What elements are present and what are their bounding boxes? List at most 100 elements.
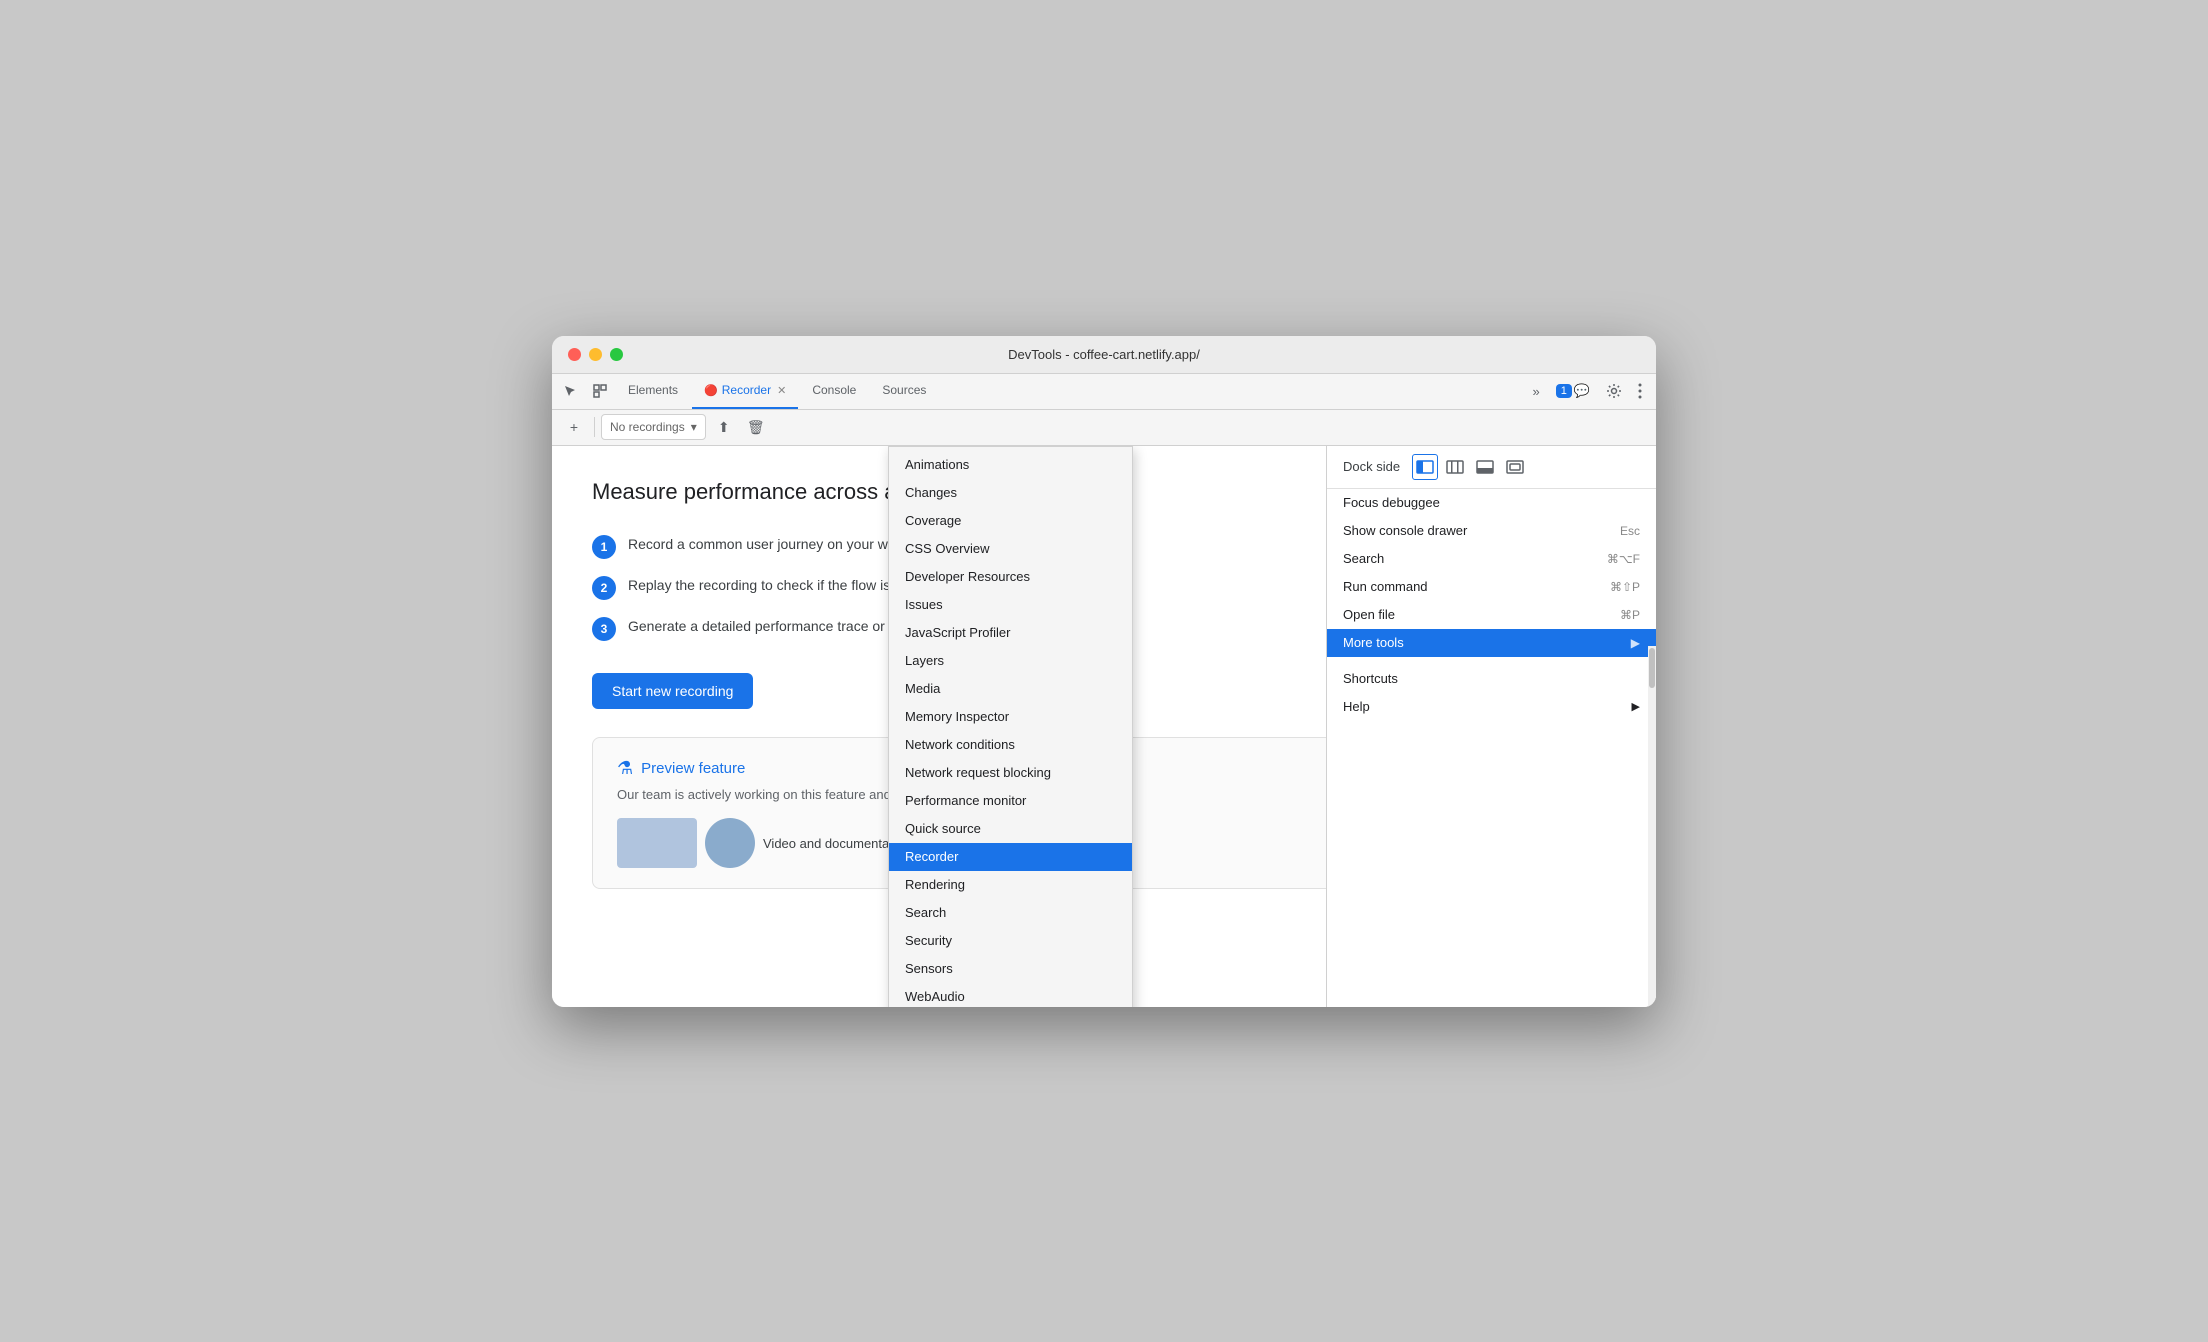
menu-item-webaudio[interactable]: WebAudio [889,983,1132,1007]
show-console-drawer-shortcut: Esc [1620,524,1640,538]
devtools-window: DevTools - coffee-cart.netlify.app/ [552,336,1656,1007]
minimize-button[interactable] [589,348,602,361]
menu-item-issues[interactable]: Issues [889,591,1132,619]
menu-javascript-profiler-label: JavaScript Profiler [905,625,1010,640]
show-console-drawer-label: Show console drawer [1343,523,1467,538]
recordings-dropdown[interactable]: No recordings ▾ [601,414,706,440]
tab-console[interactable]: Console [800,374,868,410]
toolbar-divider-1 [594,417,595,437]
no-recordings-label: No recordings [610,420,685,434]
preview-title: Preview feature [641,760,745,777]
menu-memory-inspector-label: Memory Inspector [905,709,1009,724]
traffic-lights [568,348,623,361]
thumbnail-image-1 [617,818,697,868]
delete-icon: 🗑 [747,419,765,436]
maximize-button[interactable] [610,348,623,361]
run-command-shortcut: ⌘⇧P [1610,580,1640,594]
right-menu-focus-debuggee[interactable]: Focus debuggee [1327,489,1656,517]
menu-item-memory-inspector[interactable]: Memory Inspector [889,703,1132,731]
menu-network-conditions-label: Network conditions [905,737,1015,752]
delete-recording-button[interactable]: 🗑 [742,413,770,441]
open-file-shortcut: ⌘P [1620,608,1640,622]
start-recording-button[interactable]: Start new recording [592,673,753,709]
export-recording-button[interactable]: ⬆ [710,413,738,441]
menu-item-quick-source[interactable]: Quick source [889,815,1132,843]
menu-item-media[interactable]: Media [889,675,1132,703]
tab-recorder[interactable]: 🔴 Recorder ✕ [692,374,798,410]
right-menu-open-file[interactable]: Open file ⌘P [1327,601,1656,629]
thumbnail-image-2 [705,818,755,868]
menu-search-label: Search [905,905,946,920]
close-button[interactable] [568,348,581,361]
more-options-button[interactable] [1632,377,1648,405]
menu-item-javascript-profiler[interactable]: JavaScript Profiler [889,619,1132,647]
menu-item-animations[interactable]: Animations [889,451,1132,479]
start-recording-label: Start new recording [612,683,733,699]
tab-elements[interactable]: Elements [616,374,690,410]
menu-item-rendering[interactable]: Rendering [889,871,1132,899]
menu-coverage-label: Coverage [905,513,961,528]
menu-webaudio-label: WebAudio [905,989,965,1004]
menu-item-developer-resources[interactable]: Developer Resources [889,563,1132,591]
menu-item-sensors[interactable]: Sensors [889,955,1132,983]
tab-bar-right: » 1 💬 [1526,374,1652,409]
inspect-icon[interactable] [586,377,614,405]
dock-side-row: Dock side [1327,446,1656,489]
right-menu-shortcuts[interactable]: Shortcuts [1327,665,1656,693]
right-menu-more-tools[interactable]: More tools ▶ [1327,629,1656,657]
add-recording-button[interactable]: + [560,413,588,441]
step-2-number: 2 [592,576,616,600]
menu-item-network-request-blocking[interactable]: Network request blocking [889,759,1132,787]
menu-item-security[interactable]: Security [889,927,1132,955]
more-tools-arrow: ▶ [1631,636,1640,650]
dock-icons [1412,454,1528,480]
more-tools-label: More tools [1343,635,1404,650]
undock-button[interactable] [1502,454,1528,480]
dock-bottom-button[interactable] [1472,454,1498,480]
shortcuts-label: Shortcuts [1343,671,1398,686]
tab-recorder-label: Recorder [722,383,771,397]
right-panel: Dock side [1326,446,1656,1007]
issues-badge-button[interactable]: 1 💬 [1550,377,1596,405]
menu-item-recorder[interactable]: Recorder [889,843,1132,871]
overflow-tabs-button[interactable]: » [1526,377,1545,405]
menu-item-coverage[interactable]: Coverage [889,507,1132,535]
right-menu-show-console-drawer[interactable]: Show console drawer Esc [1327,517,1656,545]
title-bar: DevTools - coffee-cart.netlify.app/ [552,336,1656,374]
tab-recorder-close[interactable]: ✕ [777,384,786,397]
menu-item-network-conditions[interactable]: Network conditions [889,731,1132,759]
more-tools-menu: Animations Changes Coverage CSS Overview… [888,446,1133,1007]
search-shortcut: ⌘⌥F [1607,552,1640,566]
tab-bar: Elements 🔴 Recorder ✕ Console Sources » [552,374,1656,410]
menu-issues-label: Issues [905,597,943,612]
help-label: Help [1343,699,1370,714]
menu-item-search[interactable]: Search [889,899,1132,927]
right-menu: Focus debuggee Show console drawer Esc S… [1327,489,1656,721]
tab-console-label: Console [812,383,856,397]
menu-item-layers[interactable]: Layers [889,647,1132,675]
issues-badge: 1 [1556,384,1572,398]
menu-item-css-overview[interactable]: CSS Overview [889,535,1132,563]
open-file-label: Open file [1343,607,1395,622]
scrollbar-track[interactable] [1648,646,1656,1007]
main-content: Measure performance across an entire use… [552,446,1656,1007]
dropdown-arrow-icon: ▾ [691,420,697,434]
dock-left-button[interactable] [1412,454,1438,480]
right-menu-help[interactable]: Help ▶ [1327,693,1656,721]
menu-divider [1327,657,1656,665]
tab-sources[interactable]: Sources [870,374,938,410]
scrollbar-thumb[interactable] [1649,648,1655,688]
cursor-icon[interactable] [556,377,584,405]
dock-right-split-button[interactable] [1442,454,1468,480]
step-1-number: 1 [592,535,616,559]
menu-item-changes[interactable]: Changes [889,479,1132,507]
menu-security-label: Security [905,933,952,948]
right-menu-run-command[interactable]: Run command ⌘⇧P [1327,573,1656,601]
run-command-label: Run command [1343,579,1428,594]
menu-item-performance-monitor[interactable]: Performance monitor [889,787,1132,815]
settings-button[interactable] [1600,377,1628,405]
menu-performance-monitor-label: Performance monitor [905,793,1026,808]
right-menu-search[interactable]: Search ⌘⌥F [1327,545,1656,573]
devtools-panel: Elements 🔴 Recorder ✕ Console Sources » [552,374,1656,1007]
menu-sensors-label: Sensors [905,961,953,976]
